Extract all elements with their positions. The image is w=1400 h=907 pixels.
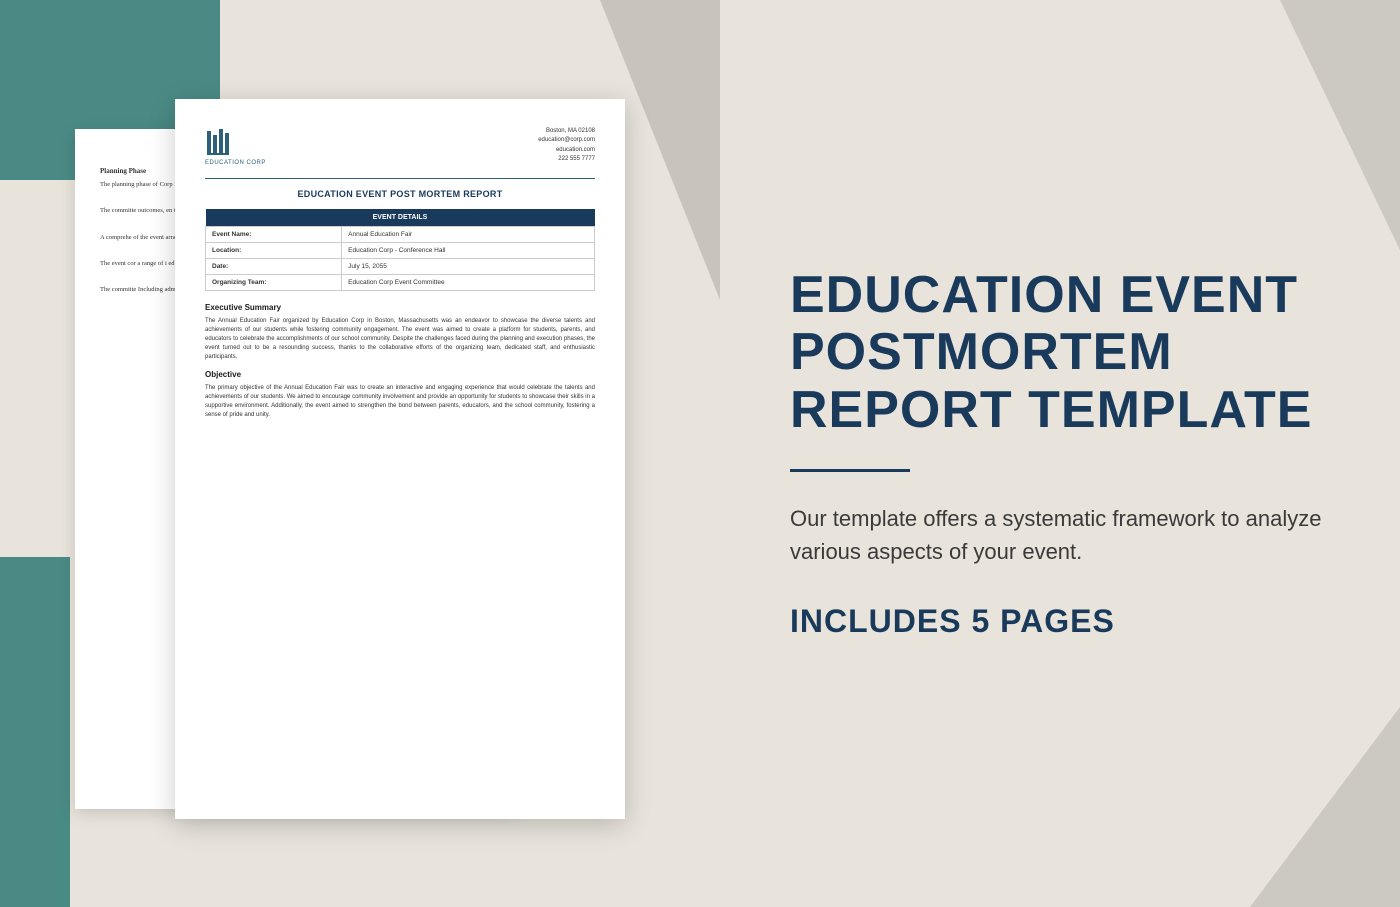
contact-phone: 222 555 7777 — [538, 155, 595, 165]
row4-label: Organizing Team: — [206, 274, 342, 290]
document-title: EDUCATION EVENT POST MORTEM REPORT — [205, 189, 595, 199]
event-details-table: EVENT DETAILS Event Name: Annual Educati… — [205, 209, 595, 291]
row1-label: Event Name: — [206, 226, 342, 242]
document-stack: Planning Phase The planning phase of Cor… — [95, 99, 625, 849]
right-gray-shape-top — [1200, 0, 1400, 250]
contact-website: education.com — [538, 146, 595, 156]
row2-label: Location: — [206, 242, 342, 258]
front-document: EDUCATION CORP Boston, MA 02108 educatio… — [175, 99, 625, 819]
objective-text: The primary objective of the Annual Educ… — [205, 384, 595, 420]
table-row: Location: Education Corp - Conference Ha… — [206, 242, 595, 258]
table-row: Organizing Team: Education Corp Event Co… — [206, 274, 595, 290]
row2-value: Education Corp - Conference Hall — [342, 242, 595, 258]
includes-text: INCLUDES 5 PAGES — [790, 603, 1330, 640]
teal-block-bottom — [0, 557, 70, 907]
table-row: Event Name: Annual Education Fair — [206, 226, 595, 242]
header-divider — [205, 178, 595, 179]
right-gray-shape-bottom — [1250, 707, 1400, 907]
table-header: EVENT DETAILS — [206, 209, 595, 227]
row3-label: Date: — [206, 258, 342, 274]
contact-email: education@corp.com — [538, 136, 595, 146]
company-logo-icon — [205, 127, 241, 157]
description-text: Our template offers a systematic framewo… — [790, 502, 1330, 568]
document-header: EDUCATION CORP Boston, MA 02108 educatio… — [205, 127, 595, 166]
contact-address: Boston, MA 02108 — [538, 127, 595, 137]
logo-text: EDUCATION CORP — [205, 160, 266, 166]
row1-value: Annual Education Fair — [342, 226, 595, 242]
left-section: Planning Phase The planning phase of Cor… — [0, 0, 720, 907]
main-title: EDUCATION EVENT POSTMORTEM REPORT TEMPLA… — [790, 267, 1330, 439]
table-row: Date: July 15, 2055 — [206, 258, 595, 274]
title-divider — [790, 469, 910, 472]
right-section: EDUCATION EVENT POSTMORTEM REPORT TEMPLA… — [720, 0, 1400, 907]
row3-value: July 15, 2055 — [342, 258, 595, 274]
objective-heading: Objective — [205, 370, 595, 379]
executive-summary-heading: Executive Summary — [205, 303, 595, 312]
row4-value: Education Corp Event Committee — [342, 274, 595, 290]
executive-summary-text: The Annual Education Fair organized by E… — [205, 317, 595, 362]
contact-info: Boston, MA 02108 education@corp.com educ… — [538, 127, 595, 165]
logo-area: EDUCATION CORP — [205, 127, 266, 166]
